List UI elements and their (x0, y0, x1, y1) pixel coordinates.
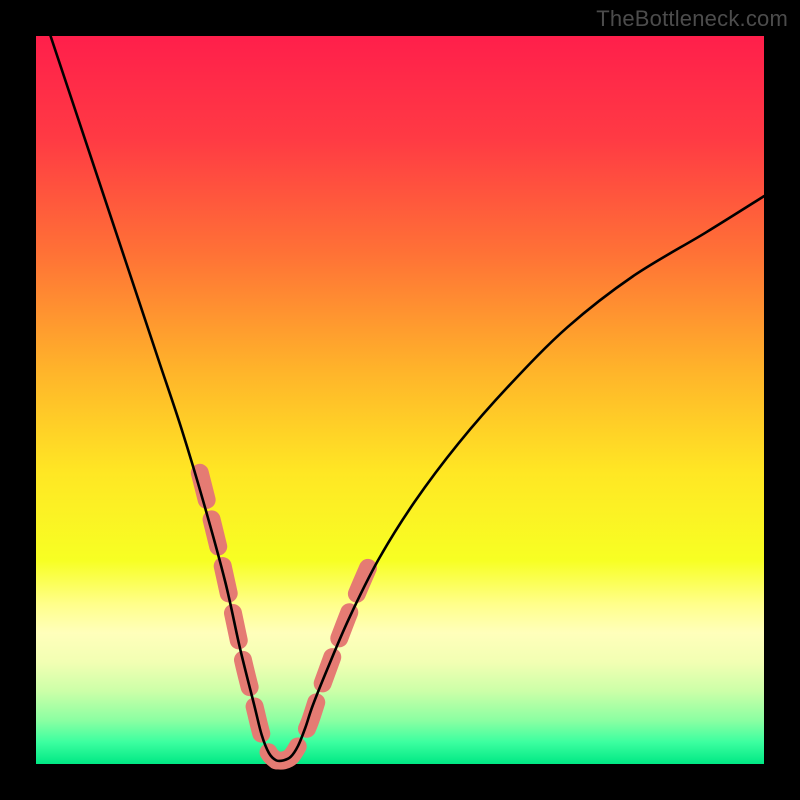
chart-stage: TheBottleneck.com (0, 0, 800, 800)
bottleneck-chart (0, 0, 800, 800)
watermark-text: TheBottleneck.com (596, 6, 788, 32)
plot-background (36, 36, 764, 764)
